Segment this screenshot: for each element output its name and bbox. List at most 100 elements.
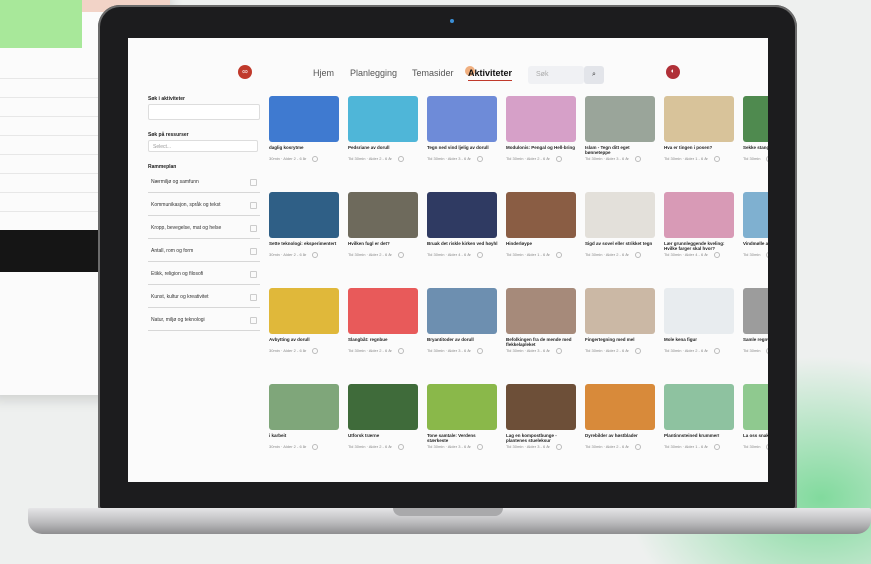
activity-thumbnail[interactable] <box>743 384 768 430</box>
activity-card[interactable]: Utforsk trærne Tid 30min · Alder 2 - 6 år <box>348 384 419 456</box>
activity-thumbnail[interactable] <box>664 288 734 334</box>
activity-title[interactable]: Lag en kompostbunge - plantenes stueleks… <box>506 433 577 443</box>
activity-title[interactable]: Hinderløype <box>506 241 577 251</box>
activity-card[interactable]: Fingertegning med mel Tid 30min · Alder 2… <box>585 288 656 360</box>
checkbox[interactable] <box>250 179 257 186</box>
activity-thumbnail[interactable] <box>506 288 576 334</box>
activity-title[interactable]: La oss snakke <box>743 433 768 443</box>
activity-thumbnail[interactable] <box>585 96 655 142</box>
favorite-icon[interactable] <box>555 348 562 354</box>
activity-thumbnail[interactable] <box>664 96 734 142</box>
activity-title[interactable]: Utforsk trærne <box>348 433 419 443</box>
activity-title[interactable]: Dyrebilder av høstblader <box>585 433 656 443</box>
checkbox[interactable] <box>250 317 257 324</box>
activity-card[interactable]: Bruak det riskle kirken ved høyhl Tid 30m… <box>427 192 498 264</box>
activity-title[interactable]: Sigd av sovel eller strikket tegn <box>585 241 656 251</box>
favorite-icon[interactable] <box>312 252 319 258</box>
plan-item[interactable]: Kropp, bevegelse, mat og helse <box>148 219 260 239</box>
favorite-icon[interactable] <box>397 444 404 450</box>
activity-title[interactable]: Pedsriane av dorull <box>348 145 419 155</box>
activity-thumbnail[interactable] <box>664 384 734 430</box>
activity-title[interactable]: Avbytting av dorull <box>269 337 340 347</box>
activity-title[interactable]: Samle regnvann <box>743 337 768 347</box>
favorite-icon[interactable] <box>476 444 483 450</box>
favorite-icon[interactable] <box>766 444 768 450</box>
activity-thumbnail[interactable] <box>585 192 655 238</box>
favorite-icon[interactable] <box>397 348 404 354</box>
nav-planning[interactable]: Planlegging <box>350 68 397 78</box>
activity-card[interactable]: Tegn ned vind ljelig av dorull Tid 30min … <box>427 96 498 168</box>
nav-theme-pages[interactable]: Temasider <box>412 68 454 78</box>
favorite-icon[interactable] <box>766 156 768 162</box>
favorite-icon[interactable] <box>634 252 641 258</box>
favorite-icon[interactable] <box>634 156 641 162</box>
activity-title[interactable]: Fingertegning med mel <box>585 337 656 347</box>
activity-card[interactable]: Sekke stange oTid 30min <box>743 96 768 168</box>
favorite-icon[interactable] <box>713 348 720 354</box>
activity-title[interactable]: Tone samtale: Verdens stærkeste <box>427 433 498 443</box>
favorite-icon[interactable] <box>634 348 641 354</box>
activity-title[interactable]: Slangbåt: regnbue <box>348 337 419 347</box>
plan-item[interactable]: Kunst, kultur og kreativitet <box>148 288 260 308</box>
plan-item[interactable]: Natur, miljø og teknologi <box>148 311 260 331</box>
activity-thumbnail[interactable] <box>427 192 497 238</box>
plan-item[interactable]: Nærmiljø og samfunn <box>148 173 260 193</box>
search-input[interactable]: Søk <box>528 66 584 84</box>
favorite-icon[interactable] <box>634 444 641 450</box>
activity-card[interactable]: Slangbåt: regnbue Tid 30min · Alder 2 - 6… <box>348 288 419 360</box>
favorite-icon[interactable] <box>555 156 562 162</box>
favorite-icon[interactable] <box>713 252 720 258</box>
activity-card[interactable]: Tone samtale: Verdens stærkeste Tid 30min… <box>427 384 498 456</box>
nav-activities[interactable]: Aktiviteter <box>468 68 513 81</box>
activity-card[interactable]: Pedsriane av dorull Tid 30min · Alder 2 -… <box>348 96 419 168</box>
activity-title[interactable]: Vindmølle av pap <box>743 241 768 251</box>
favorite-icon[interactable] <box>713 444 720 450</box>
activity-card[interactable]: Islam - Tegn ditt eget bønneteppe Tid 30m… <box>585 96 656 168</box>
activity-title[interactable]: Lær grunnleggende kveling: Hvilke farger… <box>664 241 735 251</box>
activity-card[interactable]: Hva er tingen i posen? Tid 30min · Alder … <box>664 96 735 168</box>
search-icon[interactable]: ⌕ <box>584 66 604 84</box>
activity-title[interactable]: Bruak det riskle kirken ved høyhl <box>427 241 498 251</box>
activity-title[interactable]: Bryantitoder av dorull <box>427 337 498 347</box>
activity-card[interactable]: Modulonis: Pengal og Hell-bring Tid 30min… <box>506 96 577 168</box>
favorite-icon[interactable] <box>397 156 404 162</box>
plan-item[interactable]: Kommunikasjon, språk og tekst <box>148 196 260 216</box>
activity-card[interactable]: daglig kosrytme 30min · Alder 2 - 6 år <box>269 96 340 168</box>
activity-card[interactable]: La oss snakkeTid 30min <box>743 384 768 456</box>
avatar[interactable]: ◐ <box>666 65 680 79</box>
activity-title[interactable]: Plantinnsteined krummer! <box>664 433 735 443</box>
activity-thumbnail[interactable] <box>269 288 339 334</box>
activity-thumbnail[interactable] <box>506 384 576 430</box>
activity-thumbnail[interactable] <box>348 384 418 430</box>
activity-thumbnail[interactable] <box>743 192 768 238</box>
activity-thumbnail[interactable] <box>506 96 576 142</box>
plan-item[interactable]: Etikk, religion og filosofi <box>148 265 260 285</box>
activity-thumbnail[interactable] <box>269 384 339 430</box>
favorite-icon[interactable] <box>312 444 319 450</box>
activity-card[interactable]: i karbeit 30min · Alder 2 - 6 år <box>269 384 340 456</box>
activity-thumbnail[interactable] <box>427 96 497 142</box>
activity-title[interactable]: daglig kosrytme <box>269 145 340 155</box>
activity-title[interactable]: Sekke stange o <box>743 145 768 155</box>
activity-title[interactable]: Hvilken fugl er det? <box>348 241 419 251</box>
activity-card[interactable]: Plantinnsteined krummer! Tid 30min · Alde… <box>664 384 735 456</box>
checkbox[interactable] <box>250 271 257 278</box>
activity-title[interactable]: Befolkingen fra de mende med flekkelaple… <box>506 337 577 347</box>
plan-item[interactable]: Antall, rom og form <box>148 242 260 262</box>
favorite-icon[interactable] <box>476 156 483 162</box>
favorite-icon[interactable] <box>397 252 404 258</box>
activity-thumbnail[interactable] <box>664 192 734 238</box>
activity-thumbnail[interactable] <box>348 96 418 142</box>
activity-card[interactable]: Hvilken fugl er det? Tid 30min · Alder 2 … <box>348 192 419 264</box>
activity-title[interactable]: i karbeit <box>269 433 340 443</box>
activity-thumbnail[interactable] <box>348 288 418 334</box>
logo-icon[interactable]: ∞ <box>238 65 252 79</box>
activity-thumbnail[interactable] <box>348 192 418 238</box>
activity-card[interactable]: Dyrebilder av høstblader Tid 30min · Alde… <box>585 384 656 456</box>
activity-title[interactable]: Sette teknologi: eksperimentert <box>269 241 340 251</box>
checkbox[interactable] <box>250 225 257 232</box>
favorite-icon[interactable] <box>555 252 562 258</box>
checkbox[interactable] <box>250 294 257 301</box>
activity-card[interactable]: Avbytting av dorull 30min · Alder 2 - 6 å… <box>269 288 340 360</box>
resource-select[interactable]: Select... <box>148 140 258 152</box>
